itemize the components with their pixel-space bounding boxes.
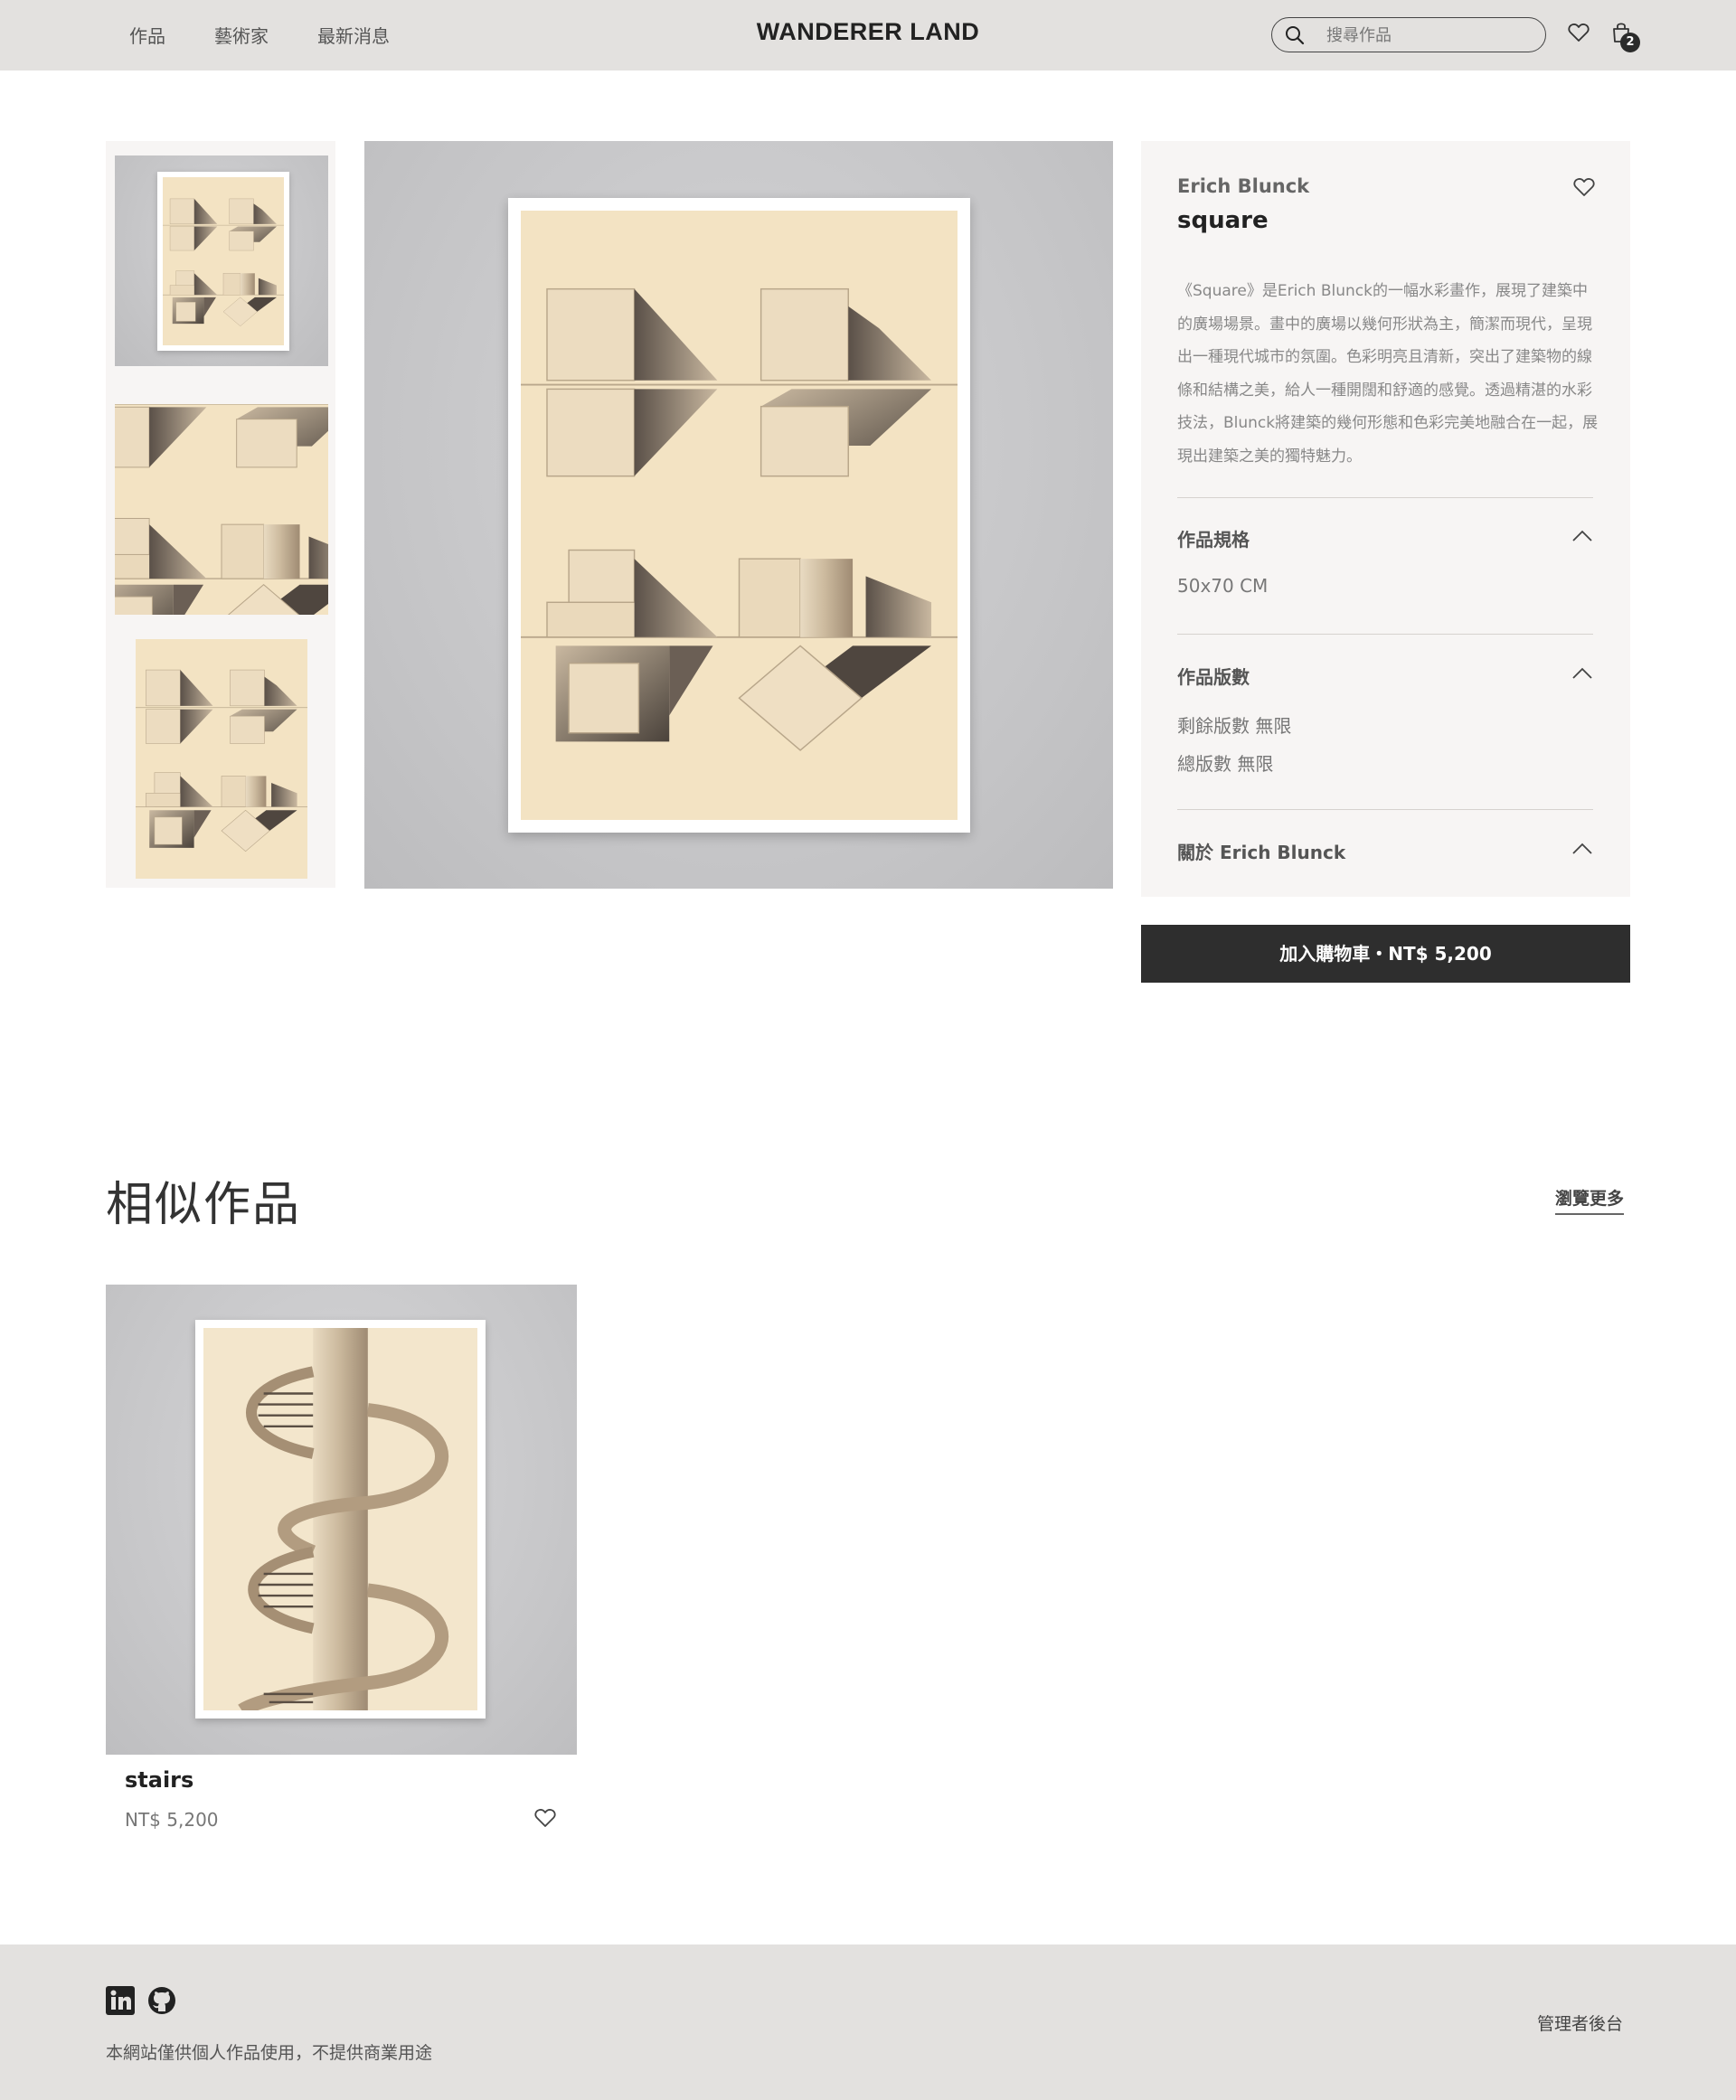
accordion-about-artist-title[interactable]: 關於 Erich Blunck — [1177, 838, 1345, 864]
product-info-panel: Erich Blunck square 《Square》是Erich Blunc… — [1141, 141, 1630, 897]
edition-total: 總版數 無限 — [1177, 753, 1274, 775]
chevron-up-icon[interactable] — [1571, 667, 1593, 680]
footer-disclaimer: 本網站僅供個人作品使用，不提供商業用途 — [106, 2043, 433, 2063]
thumbnail-artwork — [163, 177, 284, 345]
artwork-frame — [508, 198, 970, 833]
thumbnail-detail-artwork — [115, 404, 328, 615]
artwork-title: square — [1177, 207, 1269, 234]
thumbnail-flat-artwork — [136, 639, 307, 879]
nav-artworks[interactable]: 作品 — [129, 22, 165, 48]
linkedin-icon[interactable] — [106, 1986, 135, 2015]
thumbnail-3[interactable] — [136, 639, 307, 879]
thumbnail-strip — [106, 141, 335, 888]
favorite-heart-icon[interactable] — [1573, 177, 1595, 197]
wishlist-heart-icon[interactable] — [1568, 23, 1590, 42]
divider — [1177, 634, 1593, 635]
add-to-cart-button[interactable]: 加入購物車・NT$ 5,200 — [1141, 925, 1630, 983]
artwork-square — [521, 211, 958, 820]
chevron-up-icon[interactable] — [1571, 843, 1593, 855]
spec-value: 50x70 CM — [1177, 575, 1269, 597]
divider — [1177, 809, 1593, 810]
admin-link[interactable]: 管理者後台 — [1537, 2011, 1623, 2035]
cart-count-badge: 2 — [1620, 33, 1640, 52]
accordion-edition-title[interactable]: 作品版數 — [1177, 663, 1250, 689]
product-card-image[interactable] — [106, 1285, 577, 1755]
thumbnail-frame — [157, 172, 289, 351]
chevron-up-icon[interactable] — [1571, 530, 1593, 542]
main-artwork-image[interactable] — [364, 141, 1113, 889]
site-footer: 本網站僅供個人作品使用，不提供商業用途 管理者後台 — [0, 1945, 1736, 2100]
accordion-spec-title[interactable]: 作品規格 — [1177, 525, 1250, 551]
nav-news[interactable]: 最新消息 — [317, 22, 390, 48]
product-card-price: NT$ 5,200 — [125, 1809, 219, 1831]
heart-icon[interactable] — [534, 1808, 556, 1828]
similar-works-heading: 相似作品 — [106, 1178, 302, 1232]
search-input[interactable] — [1326, 24, 1525, 46]
browse-more-link[interactable]: 瀏覽更多 — [1555, 1185, 1625, 1215]
artwork-description: 《Square》是Erich Blunck的一幅水彩畫作，展現了建築中的廣場場景… — [1177, 282, 1599, 466]
thumbnail-1[interactable] — [115, 155, 328, 366]
site-logo[interactable]: WANDERER LAND — [687, 18, 1049, 46]
artist-name[interactable]: Erich Blunck — [1177, 175, 1309, 197]
site-header: 作品 藝術家 最新消息 WANDERER LAND 2 — [0, 0, 1736, 71]
card-artwork-frame — [195, 1320, 486, 1719]
nav-artists[interactable]: 藝術家 — [214, 22, 269, 48]
search-icon[interactable] — [1285, 25, 1305, 45]
divider — [1177, 497, 1593, 498]
github-icon[interactable] — [147, 1986, 176, 2015]
search-box — [1271, 17, 1546, 52]
artwork-stairs — [203, 1328, 477, 1710]
edition-remaining: 剩餘版數 無限 — [1177, 715, 1292, 737]
product-card-title[interactable]: stairs — [125, 1767, 193, 1793]
thumbnail-2[interactable] — [115, 404, 328, 615]
